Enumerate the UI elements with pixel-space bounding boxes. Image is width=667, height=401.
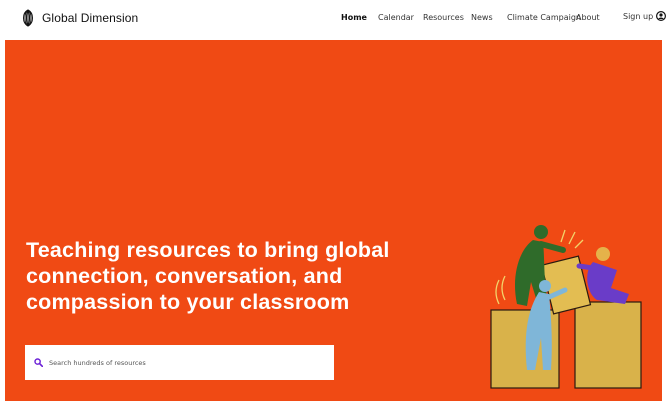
nav-item-calendar[interactable]: Calendar (378, 13, 414, 22)
search-input[interactable] (49, 358, 319, 367)
top-navigation: Global Dimension Home Calendar Resources… (0, 0, 667, 38)
headline-line: Teaching resources to bring global (26, 238, 390, 262)
signup-button[interactable]: Sign up (623, 11, 667, 21)
nav-item-home[interactable]: Home (341, 13, 367, 22)
headline-line: connection, conversation, and (26, 264, 343, 288)
headline-line: compassion to your classroom (26, 290, 350, 314)
main-menu: Home Calendar Resources News Climate Cam… (0, 0, 667, 38)
user-circle-icon (656, 11, 667, 21)
signup-label: Sign up (623, 11, 654, 21)
nav-item-about[interactable]: About (576, 13, 600, 22)
search-bar[interactable] (25, 345, 334, 380)
nav-item-resources[interactable]: Resources (423, 13, 464, 22)
nav-item-news[interactable]: News (471, 13, 493, 22)
people-stacking-blocks-illustration (490, 225, 642, 389)
search-icon (34, 358, 43, 367)
nav-item-climate-campaign[interactable]: Climate Campaign (507, 13, 581, 22)
hero-headline: Teaching resources to bring global conne… (26, 237, 390, 315)
hero-banner: Teaching resources to bring global conne… (5, 40, 662, 401)
